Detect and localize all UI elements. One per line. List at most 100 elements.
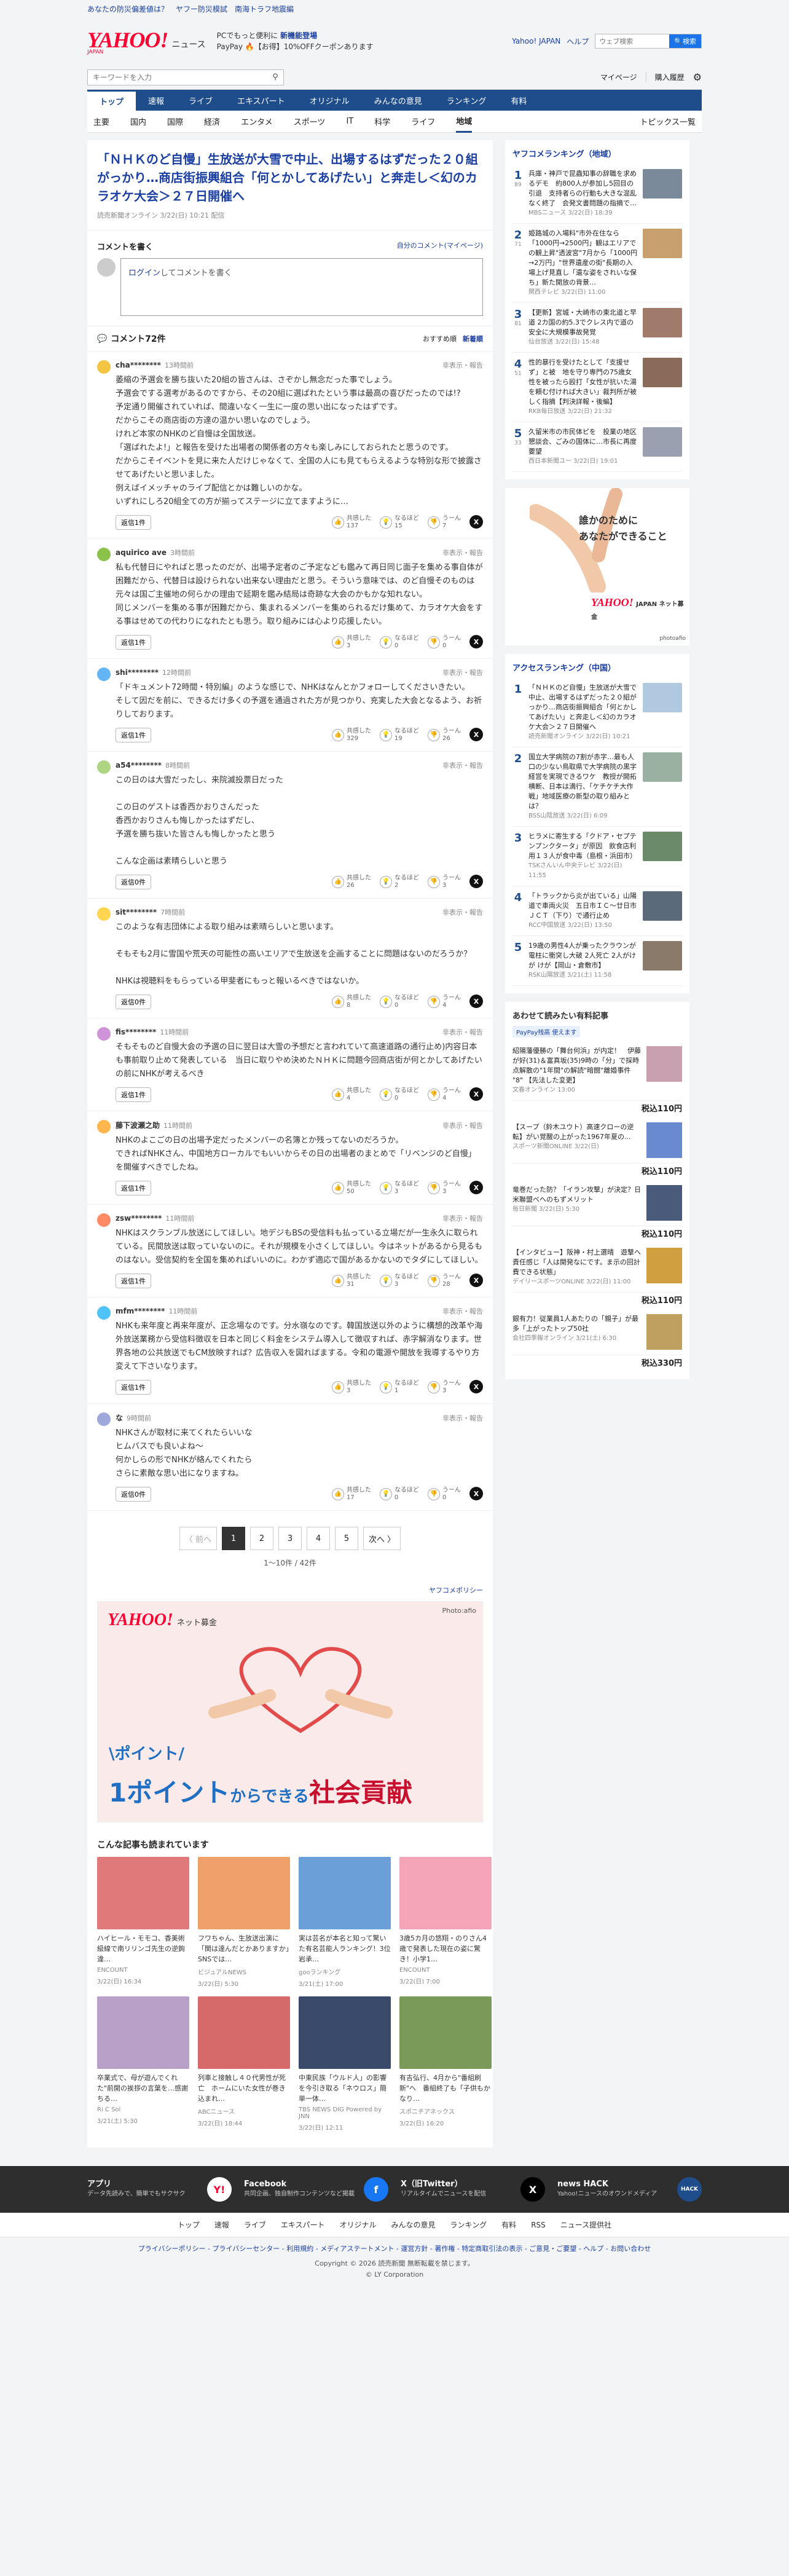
footer-nav-item[interactable]: オリジナル (340, 2220, 377, 2230)
subnav-main[interactable]: 主要 (93, 111, 109, 133)
subnav-local[interactable]: 地域 (456, 111, 473, 133)
empathy-button[interactable]: 👍 共感した 137 (332, 515, 371, 530)
commenter-avatar[interactable] (97, 668, 111, 681)
footer-nav-item[interactable]: みんなの意見 (391, 2220, 436, 2230)
footer-app-0[interactable]: アプリ データ先読みで、簡単でもサクサク Y! (87, 2177, 232, 2202)
commenter-name[interactable]: 藤下波瀬之助 (116, 1120, 160, 1130)
search-icon[interactable]: ⚲ (267, 70, 283, 85)
subnav-science[interactable]: 科学 (374, 111, 390, 133)
commenter-avatar[interactable] (97, 1306, 111, 1320)
recommend-card[interactable]: 中東民族「ウルド人」の影響を今引き取る「ネウロス」簡単一体… TBS NEWS D… (299, 1996, 391, 2132)
disagree-button[interactable]: 👎 うーん 3 (428, 875, 461, 889)
disagree-button[interactable]: 👎 うーん 3 (428, 1181, 461, 1195)
x-share-icon[interactable]: X (469, 995, 483, 1008)
commenter-avatar[interactable] (97, 360, 111, 374)
recommend-card[interactable]: 3歳5カ月の悠翔・のりさん4歳で発表した現在の姿に驚き！小学1… ENCOUNT 3… (399, 1857, 492, 1988)
x-share-icon[interactable]: X (469, 728, 483, 741)
hide-report-link[interactable]: 非表示・報告 (442, 1306, 483, 1316)
paid-article[interactable]: 銀有力！従業員1人あたりの「親子」が最多「上がったトップ50社 会社四季報オンライ… (512, 1309, 682, 1355)
topics-list-link[interactable]: トピックス一覧 (640, 111, 696, 133)
subnav-it[interactable]: IT (346, 111, 353, 133)
footer-links[interactable]: プライバシーポリシー - プライバシーセンター - 利用規約 - メディアステー… (0, 2237, 789, 2256)
disagree-button[interactable]: 👎 うーん 4 (428, 1087, 461, 1102)
nav-paid[interactable]: 有料 (498, 90, 539, 111)
commenter-name[interactable]: な (116, 1412, 123, 1423)
commenter-name[interactable]: aquirico ave (116, 548, 167, 557)
history-link[interactable]: 購入履歴 (655, 72, 685, 82)
web-search-input[interactable] (595, 34, 670, 48)
disagree-button[interactable]: 👎 うーん 0 (428, 1487, 461, 1502)
comment-textarea[interactable]: ログインしてコメントを書く (120, 258, 483, 316)
reply-button[interactable]: 返信1件 (116, 635, 151, 650)
ranking-item[interactable]: 1 「ＮＨＫのど自慢」生放送が大雪で中止、出場するはずだった２０組がっかり…商店街… (512, 678, 682, 747)
agree-button[interactable]: 💡 なるほど 0 (380, 1487, 419, 1502)
page-2[interactable]: 2 (250, 1527, 273, 1550)
commenter-avatar[interactable] (97, 548, 111, 561)
sort-newest[interactable]: 新着順 (463, 334, 483, 344)
empathy-button[interactable]: 👍 共感した 26 (332, 875, 371, 889)
login-link[interactable]: ログイン (128, 269, 160, 278)
footer-nav-item[interactable]: トップ (178, 2220, 200, 2230)
header-ad[interactable]: PCでもっと便利に 新機能登場 PayPay 🔥【お得】10%OFFクーポンあり… (217, 30, 374, 52)
commenter-name[interactable]: sit******** (116, 908, 157, 916)
yahoo-japan-link[interactable]: Yahoo! JAPAN (512, 37, 560, 45)
paid-article[interactable]: 【インタビュー】阪神・村上選晴 遊撃へ責任感じ「人は開発なにです。ま示の回計費で… (512, 1243, 682, 1293)
nav-live[interactable]: ライブ (176, 90, 225, 111)
mypage-link[interactable]: マイページ (600, 72, 637, 82)
page-1[interactable]: 1 (222, 1527, 245, 1550)
subnav-entertainment[interactable]: エンタメ (241, 111, 273, 133)
x-share-icon[interactable]: X (469, 515, 483, 529)
empathy-button[interactable]: 👍 共感した 4 (332, 1087, 371, 1102)
footer-nav-item[interactable]: ライブ (244, 2220, 266, 2230)
agree-button[interactable]: 💡 なるほど 2 (380, 875, 419, 889)
disagree-button[interactable]: 👎 うーん 4 (428, 995, 461, 1009)
disagree-button[interactable]: 👎 うーん 28 (428, 1274, 461, 1288)
recommend-card[interactable]: 有吉弘行、4月から"番組刷新"へ 番組終了も「子供もかなり… スポニチアネックス 3… (399, 1996, 492, 2132)
recommend-card[interactable]: 列車と接触し４０代男性が死亡 ホームにいた女性が巻き込まれ… ABCニュース 3/2… (198, 1996, 290, 2132)
hide-report-link[interactable]: 非表示・報告 (442, 1213, 483, 1223)
sort-recommended[interactable]: おすすめ順 (423, 334, 457, 344)
empathy-button[interactable]: 👍 共感した 31 (332, 1274, 371, 1288)
subnav-world[interactable]: 国際 (167, 111, 183, 133)
donation-banner[interactable]: YAHOO! ネット募金 Photo:afio \ポイント/ 1ポイントからできる… (97, 1601, 483, 1822)
agree-button[interactable]: 💡 なるほど 0 (380, 635, 419, 650)
subnav-sports[interactable]: スポーツ (294, 111, 326, 133)
next-page-button[interactable]: 次へ 〉 (363, 1527, 401, 1550)
recommend-card[interactable]: フワちゃん、生放送出演に「関は達んだとかありますか」SNSでは… ビジュアルNEW… (198, 1857, 290, 1988)
empathy-button[interactable]: 👍 共感した 8 (332, 995, 371, 1009)
nav-breaking[interactable]: 速報 (136, 90, 176, 111)
paid-article[interactable]: 竜巻だった防？「イラン攻撃」が決定？日米聯盟べへのもずメリット 毎日新聞 3/22… (512, 1180, 682, 1226)
footer-nav-item[interactable]: 速報 (214, 2220, 229, 2230)
commenter-avatar[interactable] (97, 760, 111, 774)
help-link[interactable]: ヘルプ (567, 36, 589, 47)
commenter-avatar[interactable] (97, 1213, 111, 1227)
agree-button[interactable]: 💡 なるほど 0 (380, 995, 419, 1009)
agree-button[interactable]: 💡 なるほど 0 (380, 1087, 419, 1102)
x-share-icon[interactable]: X (469, 1181, 483, 1194)
commenter-name[interactable]: cha******** (116, 361, 161, 369)
commenter-name[interactable]: shi******** (116, 668, 159, 677)
agree-button[interactable]: 💡 なるほど 3 (380, 1181, 419, 1195)
hide-report-link[interactable]: 非表示・報告 (442, 548, 483, 557)
commenter-name[interactable]: zsw******** (116, 1214, 162, 1223)
ranking-item[interactable]: 2 71 姫路城の入場料"市外在住なら「1000円→2500円」観はエリアでの観上昇… (512, 224, 682, 303)
empathy-button[interactable]: 👍 共感した 3 (332, 635, 371, 650)
nav-opinion[interactable]: みんなの意見 (362, 90, 434, 111)
commenter-name[interactable]: a54******** (116, 761, 162, 770)
hide-report-link[interactable]: 非表示・報告 (442, 360, 483, 370)
promo-link-2[interactable]: 南海トラフ地震編 (235, 4, 294, 14)
hide-report-link[interactable]: 非表示・報告 (442, 907, 483, 917)
agree-button[interactable]: 💡 なるほど 15 (380, 515, 419, 530)
agree-button[interactable]: 💡 なるほど 19 (380, 728, 419, 742)
commenter-name[interactable]: fis******** (116, 1028, 156, 1036)
page-3[interactable]: 3 (278, 1527, 302, 1550)
promo-link[interactable]: ヤフー防災模試 (176, 4, 227, 14)
reply-button[interactable]: 返信1件 (116, 1087, 151, 1102)
recommend-card[interactable]: 卒業式で、母が遊んでくれた"前開の挨拶の言葉を…感謝ちる… Ri C Sol 3/2… (97, 1996, 189, 2132)
recommend-card[interactable]: 実は芸名が本名と知って驚いた有名芸能人ランキング！3位岩承… gooランキング 3/… (299, 1857, 391, 1988)
x-share-icon[interactable]: X (469, 1487, 483, 1500)
page-4[interactable]: 4 (307, 1527, 330, 1550)
gear-icon[interactable]: ⚙ (693, 71, 702, 83)
footer-nav-item[interactable]: エキスパート (281, 2220, 325, 2230)
reply-button[interactable]: 返信0件 (116, 995, 151, 1009)
